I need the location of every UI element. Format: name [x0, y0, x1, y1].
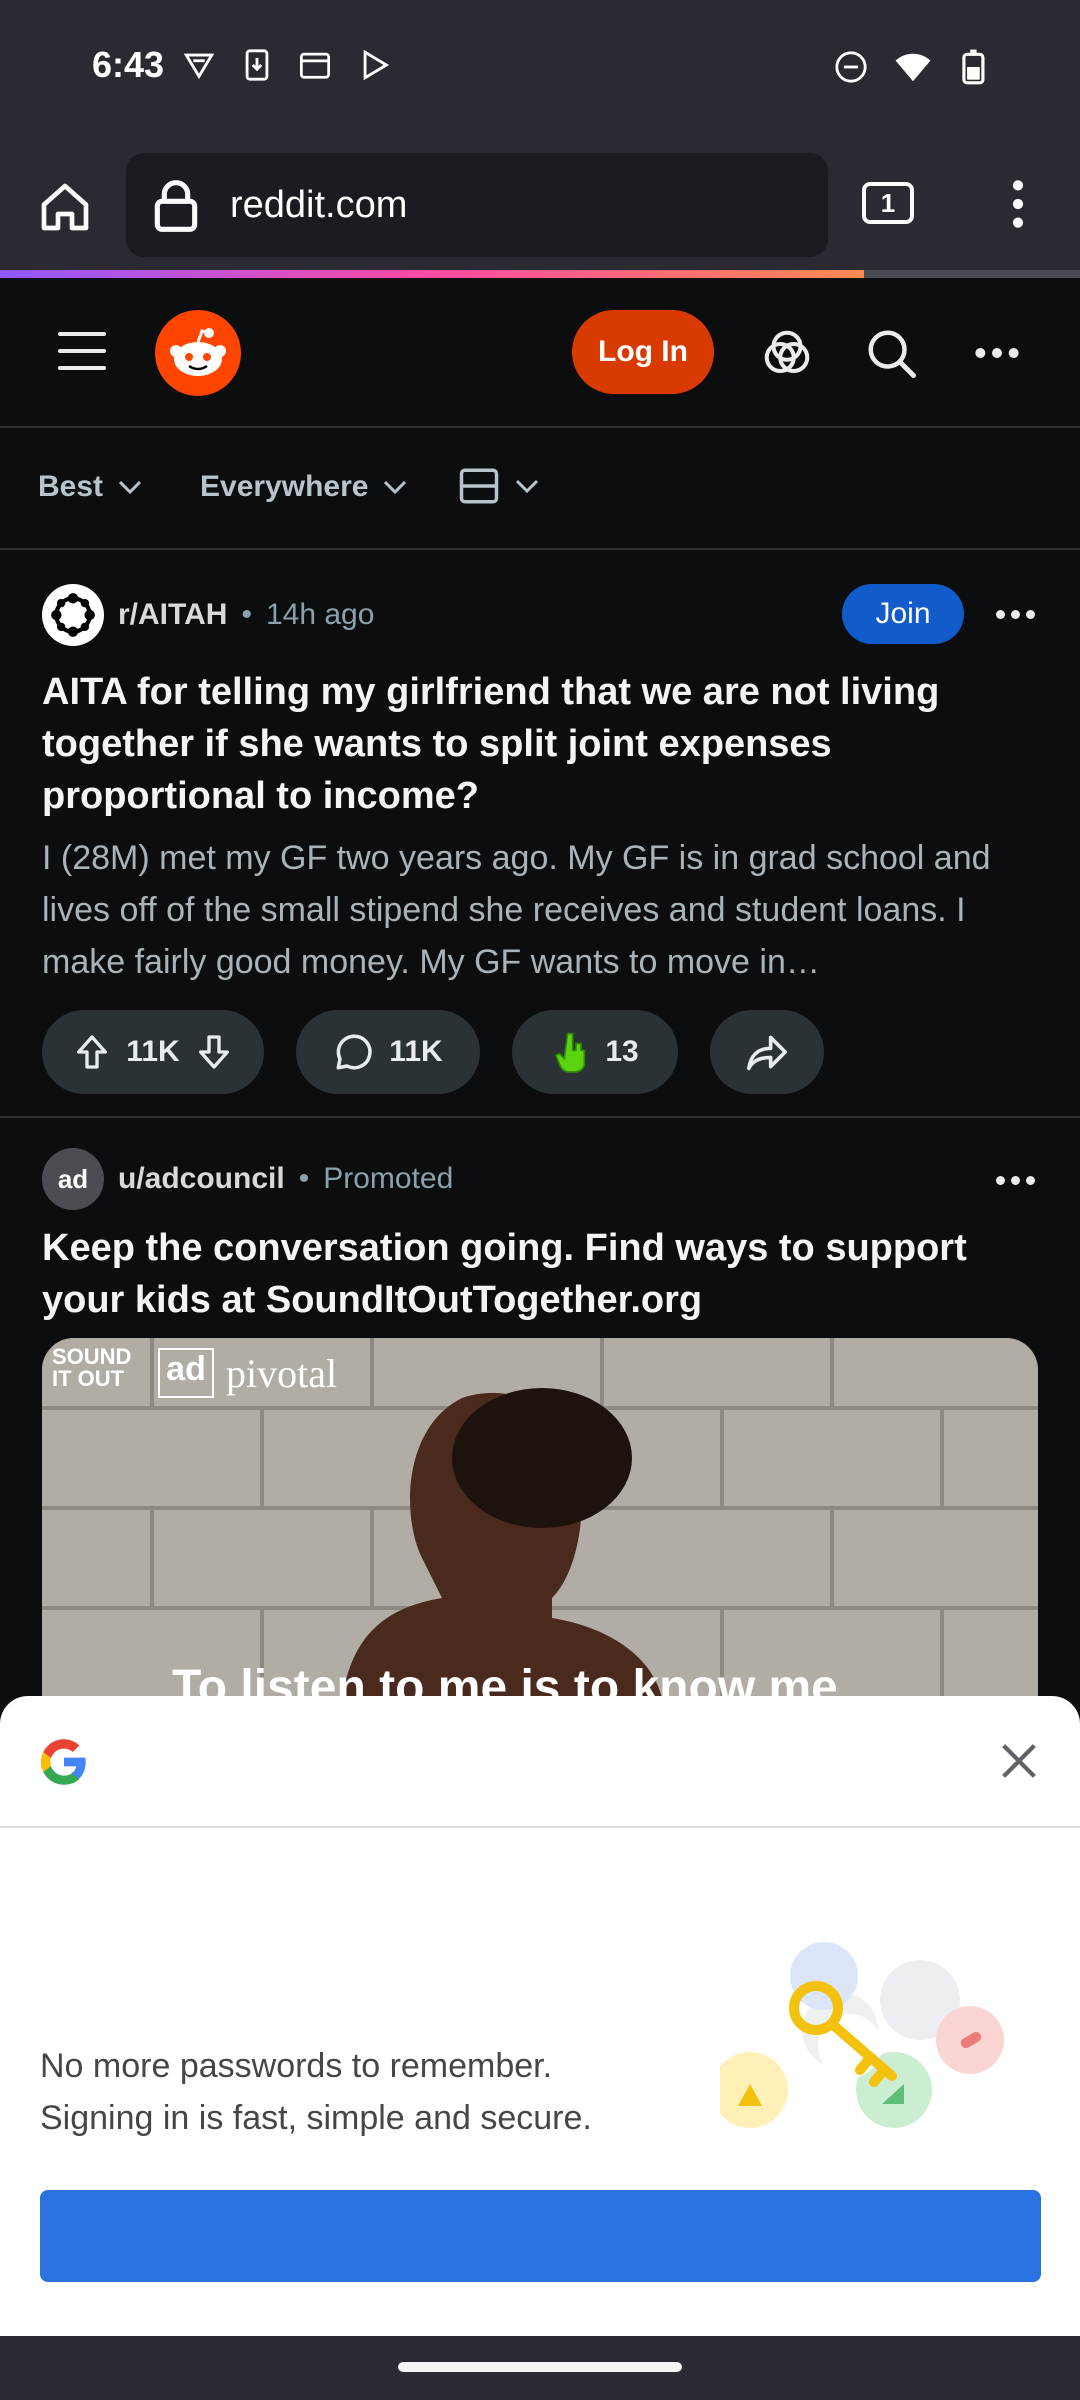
ad-logo-adcouncil: ad: [158, 1348, 214, 1398]
search-icon[interactable]: [864, 326, 918, 380]
ad-user[interactable]: u/adcouncil: [118, 1162, 285, 1196]
url-text: reddit.com: [230, 183, 408, 226]
award-button[interactable]: 13: [512, 1010, 678, 1094]
chevron-down-icon: [515, 479, 539, 494]
upvote-icon[interactable]: [72, 1031, 112, 1073]
view-dropdown[interactable]: [458, 466, 540, 506]
sort-label: Best: [38, 470, 104, 503]
sheet-header: [0, 1696, 1080, 1828]
home-button[interactable]: [30, 172, 100, 242]
ad-video[interactable]: SOUND IT OUT ad pivotal To listen to me …: [42, 1338, 1038, 1698]
ad-logo-pivotal: pivotal: [226, 1351, 338, 1396]
home-gesture-handle[interactable]: [398, 2362, 682, 2372]
tab-count: 1: [880, 187, 896, 218]
passkey-illustration: [720, 1942, 1004, 2128]
award-icon: [555, 1032, 586, 1073]
post-title[interactable]: AITA for telling my girlfriend that we a…: [42, 666, 1042, 822]
vote-bar: 11K: [42, 1010, 264, 1094]
sheet-line-2: Signing in is fast, simple and secure.: [40, 2099, 592, 2137]
share-button[interactable]: [710, 1010, 824, 1094]
page-load-progress: [0, 270, 864, 278]
ad-video-caption: To listen to me is to know me: [172, 1661, 838, 1698]
sort-dropdown[interactable]: Best: [38, 470, 143, 504]
play-store-icon: [363, 49, 390, 81]
promoted-label: Promoted: [323, 1162, 454, 1195]
share-icon: [746, 1035, 787, 1071]
popular-icon[interactable]: [760, 326, 814, 380]
battery-icon: [962, 49, 985, 85]
status-time: 6:43: [92, 44, 165, 85]
post-meta: r/AITAH • 14h ago: [42, 584, 374, 646]
url-bar[interactable]: reddit.com: [126, 153, 828, 257]
post-body[interactable]: I (28M) met my GF two years ago. My GF i…: [42, 832, 1042, 988]
menu-icon[interactable]: [1000, 176, 1036, 232]
feed-filter-bar: [0, 428, 1080, 550]
reddit-logo-icon[interactable]: [155, 310, 241, 396]
ad-more-icon[interactable]: [996, 1170, 1036, 1190]
sheet-line-1: No more passwords to remember.: [40, 2047, 553, 2085]
layout-icon: [459, 468, 499, 504]
ad-logo-sound: SOUND IT OUT: [52, 1344, 132, 1391]
more-icon[interactable]: [970, 326, 1024, 380]
comment-icon: [336, 1034, 372, 1070]
chevron-down-icon: [118, 480, 142, 495]
status-left-icons: [182, 48, 392, 82]
sheet-message: No more passwords to remember. Signing i…: [40, 2040, 592, 2144]
google-icon: [40, 1739, 86, 1785]
calendar-icon: [300, 52, 330, 79]
post-time: 14h ago: [265, 598, 375, 631]
ad-meta: ad u/adcouncil • Promoted: [42, 1148, 453, 1210]
google-continue-button[interactable]: [40, 2190, 1041, 2282]
ad-avatar[interactable]: ad: [42, 1148, 104, 1210]
status-right-icons: [834, 48, 992, 86]
login-button[interactable]: Log In: [572, 310, 714, 394]
post-more-icon[interactable]: [996, 604, 1036, 624]
award-count: 13: [605, 1035, 639, 1068]
meta-separator: •: [298, 1162, 310, 1195]
close-icon[interactable]: [996, 1738, 1042, 1784]
scope-dropdown[interactable]: Everywhere: [200, 470, 408, 504]
downvote-icon[interactable]: [194, 1031, 234, 1073]
ad-title[interactable]: Keep the conversation going. Find ways t…: [42, 1222, 1042, 1326]
subreddit-avatar[interactable]: [42, 584, 104, 646]
tabs-button[interactable]: 1: [862, 182, 914, 224]
join-button[interactable]: Join: [842, 584, 964, 644]
post-divider: [0, 1116, 1080, 1118]
vote-count: 11K: [126, 1035, 180, 1068]
hamburger-icon[interactable]: [58, 332, 106, 383]
meta-separator: •: [241, 598, 252, 631]
comments-button[interactable]: 11K: [296, 1010, 480, 1094]
vpn-icon: [183, 53, 215, 80]
subreddit-name[interactable]: r/AITAH: [118, 598, 227, 632]
home-icon: [41, 183, 89, 231]
scope-label: Everywhere: [200, 470, 369, 503]
dnd-icon: [835, 51, 867, 83]
wifi-icon: [895, 53, 931, 82]
chevron-down-icon: [384, 480, 407, 495]
lock-icon: [154, 180, 198, 232]
download-icon: [245, 49, 269, 81]
comment-count: 11K: [389, 1035, 443, 1068]
